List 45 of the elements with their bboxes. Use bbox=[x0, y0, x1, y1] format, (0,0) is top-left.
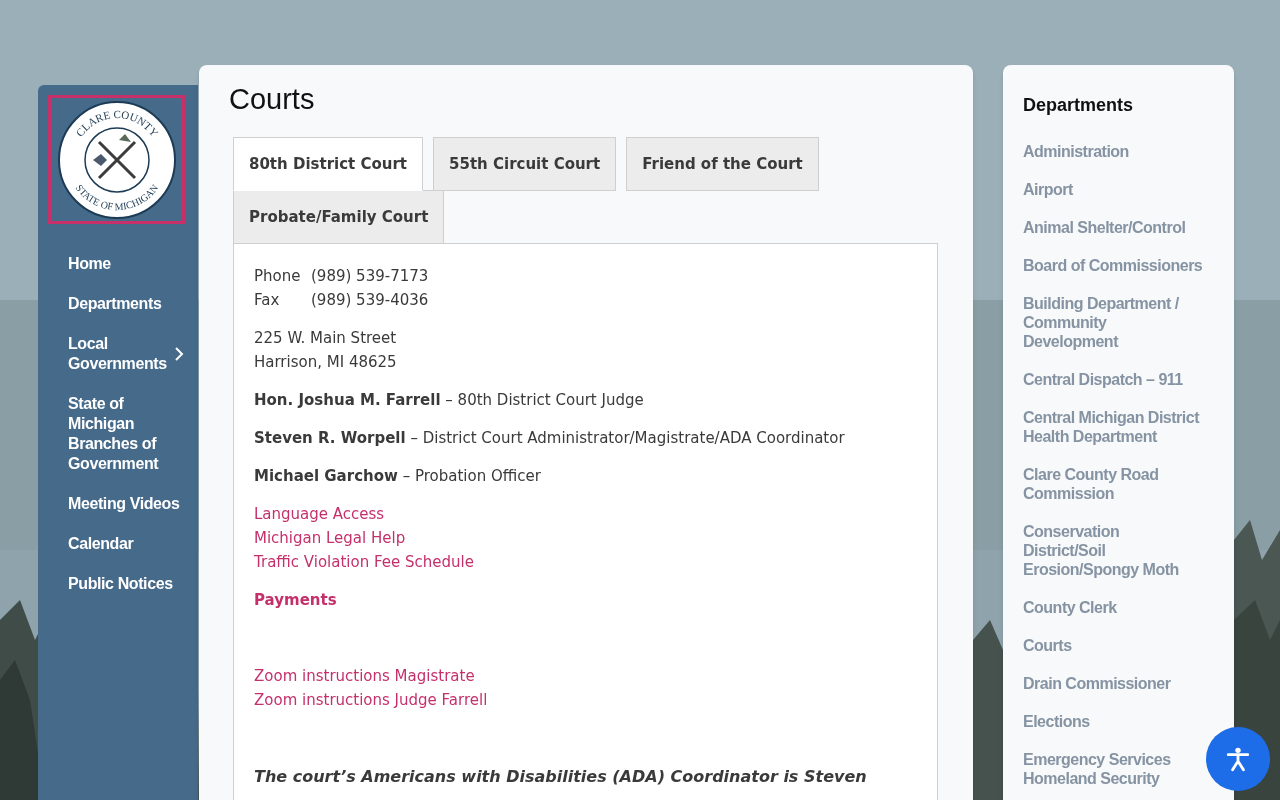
nav-link[interactable]: Meeting Videos bbox=[38, 492, 198, 516]
staff-entry: Hon. Joshua M. Farrell – 80th District Court Judge bbox=[254, 390, 645, 411]
contact-label: Fax bbox=[254, 290, 281, 311]
nav-link[interactable]: Departments bbox=[38, 292, 198, 316]
resource-link[interactable]: Michigan Legal Help bbox=[254, 526, 406, 550]
staff-entry: Michael Garchow – Probation Officer bbox=[254, 466, 542, 487]
department-link[interactable]: Conservation District/Soil Erosion/Spongy Moth bbox=[1023, 522, 1205, 579]
department-link[interactable]: Emergency Services Homeland Security bbox=[1023, 750, 1205, 788]
department-link[interactable]: Elections bbox=[1023, 712, 1090, 731]
zoom-link[interactable]: Zoom instructions Judge Farrell bbox=[254, 688, 488, 712]
tab[interactable]: 55th Circuit Court bbox=[433, 137, 617, 191]
tab[interactable]: 80th District Court bbox=[233, 137, 424, 191]
contact-value: (989) 539-7173 bbox=[311, 266, 429, 287]
nav-link[interactable]: Calendar bbox=[38, 532, 198, 556]
department-link[interactable]: Courts bbox=[1023, 636, 1072, 655]
resource-link[interactable]: Language Access bbox=[254, 502, 385, 526]
department-link[interactable]: Clare County Road Commission bbox=[1023, 465, 1205, 503]
address-line: 225 W. Main Street bbox=[254, 328, 398, 349]
chevron-right-icon bbox=[174, 346, 184, 362]
department-link[interactable]: Central Michigan District Health Department bbox=[1023, 408, 1205, 446]
contact-label: Phone bbox=[254, 266, 302, 287]
department-link[interactable]: Airport bbox=[1023, 180, 1073, 199]
department-link[interactable]: Building Department / Community Development bbox=[1023, 294, 1205, 351]
nav-link[interactable]: State of Michigan Branches of Government bbox=[38, 392, 198, 476]
department-link[interactable]: Central Dispatch – 911 bbox=[1023, 370, 1183, 389]
nav-link[interactable]: Local Governments bbox=[38, 332, 198, 376]
department-link[interactable]: County Clerk bbox=[1023, 598, 1117, 617]
page-title: Courts bbox=[229, 82, 316, 117]
tab[interactable]: Probate/Family Court bbox=[233, 190, 445, 244]
nav-link[interactable]: Home bbox=[38, 252, 198, 276]
contact-value: (989) 539-4036 bbox=[311, 290, 429, 311]
department-link[interactable]: Administration bbox=[1023, 142, 1129, 161]
nav-link[interactable]: Public Notices bbox=[38, 572, 198, 596]
department-link[interactable]: Drain Commissioner bbox=[1023, 674, 1171, 693]
ada-note: The court’s Americans with Disabilities (ADA) Coordinator is Steven bbox=[254, 766, 868, 788]
accessibility-icon bbox=[1225, 745, 1251, 773]
payments-link[interactable]: Payments bbox=[254, 588, 337, 612]
department-link[interactable]: Board of Commissioners bbox=[1023, 256, 1203, 275]
department-link[interactable]: Animal Shelter/Control bbox=[1023, 218, 1186, 237]
tab[interactable]: Friend of the Court bbox=[626, 137, 819, 191]
resource-link[interactable]: Traffic Violation Fee Schedule bbox=[254, 550, 474, 574]
departments-heading: Departments bbox=[1023, 94, 1135, 117]
address-line: Harrison, MI 48625 bbox=[254, 352, 398, 373]
staff-entry: Steven R. Worpell – District Court Administrator/Magistrate/ADA Coordinator bbox=[254, 428, 846, 449]
zoom-link[interactable]: Zoom instructions Magistrate bbox=[254, 664, 475, 688]
